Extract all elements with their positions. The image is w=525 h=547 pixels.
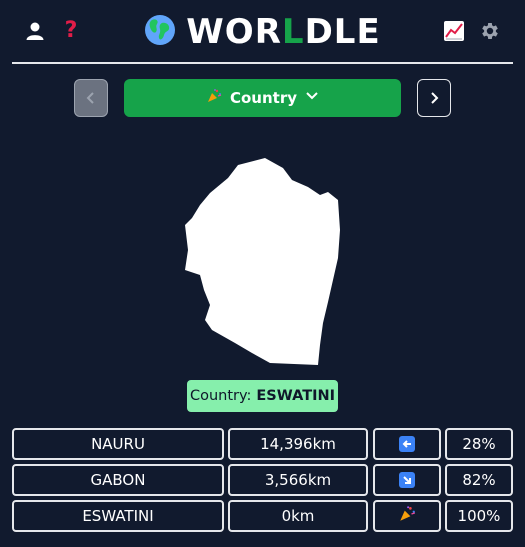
- guess-distance: 0km: [228, 500, 368, 532]
- gear-icon[interactable]: [479, 20, 501, 42]
- guess-proximity: 82%: [445, 464, 513, 496]
- title-prefix: WOR: [186, 12, 282, 52]
- party-popper-icon: [206, 88, 222, 108]
- guess-country: ESWATINI: [12, 500, 224, 532]
- chevron-right-icon: [428, 89, 440, 108]
- answer-label: Country:: [189, 388, 252, 404]
- app-header: ? WORLDLE: [12, 0, 513, 64]
- guess-distance: 14,396km: [228, 428, 368, 460]
- guess-proximity: 100%: [445, 500, 513, 532]
- header-right-actions: [443, 20, 501, 42]
- chevron-down-icon: [305, 89, 319, 107]
- guess-row: NAURU 14,396km 28%: [12, 428, 513, 460]
- mode-navigation: Country: [74, 79, 451, 117]
- southeast-arrow-icon: [399, 472, 415, 488]
- title-suffix: DLE: [304, 12, 381, 52]
- guess-country: NAURU: [12, 428, 224, 460]
- next-mode-button[interactable]: [417, 79, 451, 117]
- guess-direction: [373, 500, 441, 532]
- title-text: WORLDLE: [186, 14, 380, 50]
- chevron-left-icon: [85, 89, 97, 108]
- mode-select-button[interactable]: Country: [124, 79, 401, 117]
- guess-row: ESWATINI 0km 100%: [12, 500, 513, 532]
- guess-direction: [373, 428, 441, 460]
- prev-mode-button[interactable]: [74, 79, 108, 117]
- guess-country: GABON: [12, 464, 224, 496]
- party-popper-icon: [398, 505, 416, 527]
- answer-value: ESWATINI: [256, 388, 336, 404]
- west-arrow-icon: [399, 436, 415, 452]
- chart-icon[interactable]: [443, 20, 465, 42]
- mode-label: Country: [229, 89, 298, 107]
- app-title: WORLDLE: [12, 14, 513, 50]
- guess-distance: 3,566km: [228, 464, 368, 496]
- title-accent: L: [281, 12, 305, 52]
- globe-icon: [144, 14, 176, 50]
- country-silhouette: [180, 150, 350, 375]
- guess-row: GABON 3,566km 82%: [12, 464, 513, 496]
- guess-proximity: 28%: [445, 428, 513, 460]
- guess-direction: [373, 464, 441, 496]
- answer-badge: Country: ESWATINI: [187, 380, 338, 412]
